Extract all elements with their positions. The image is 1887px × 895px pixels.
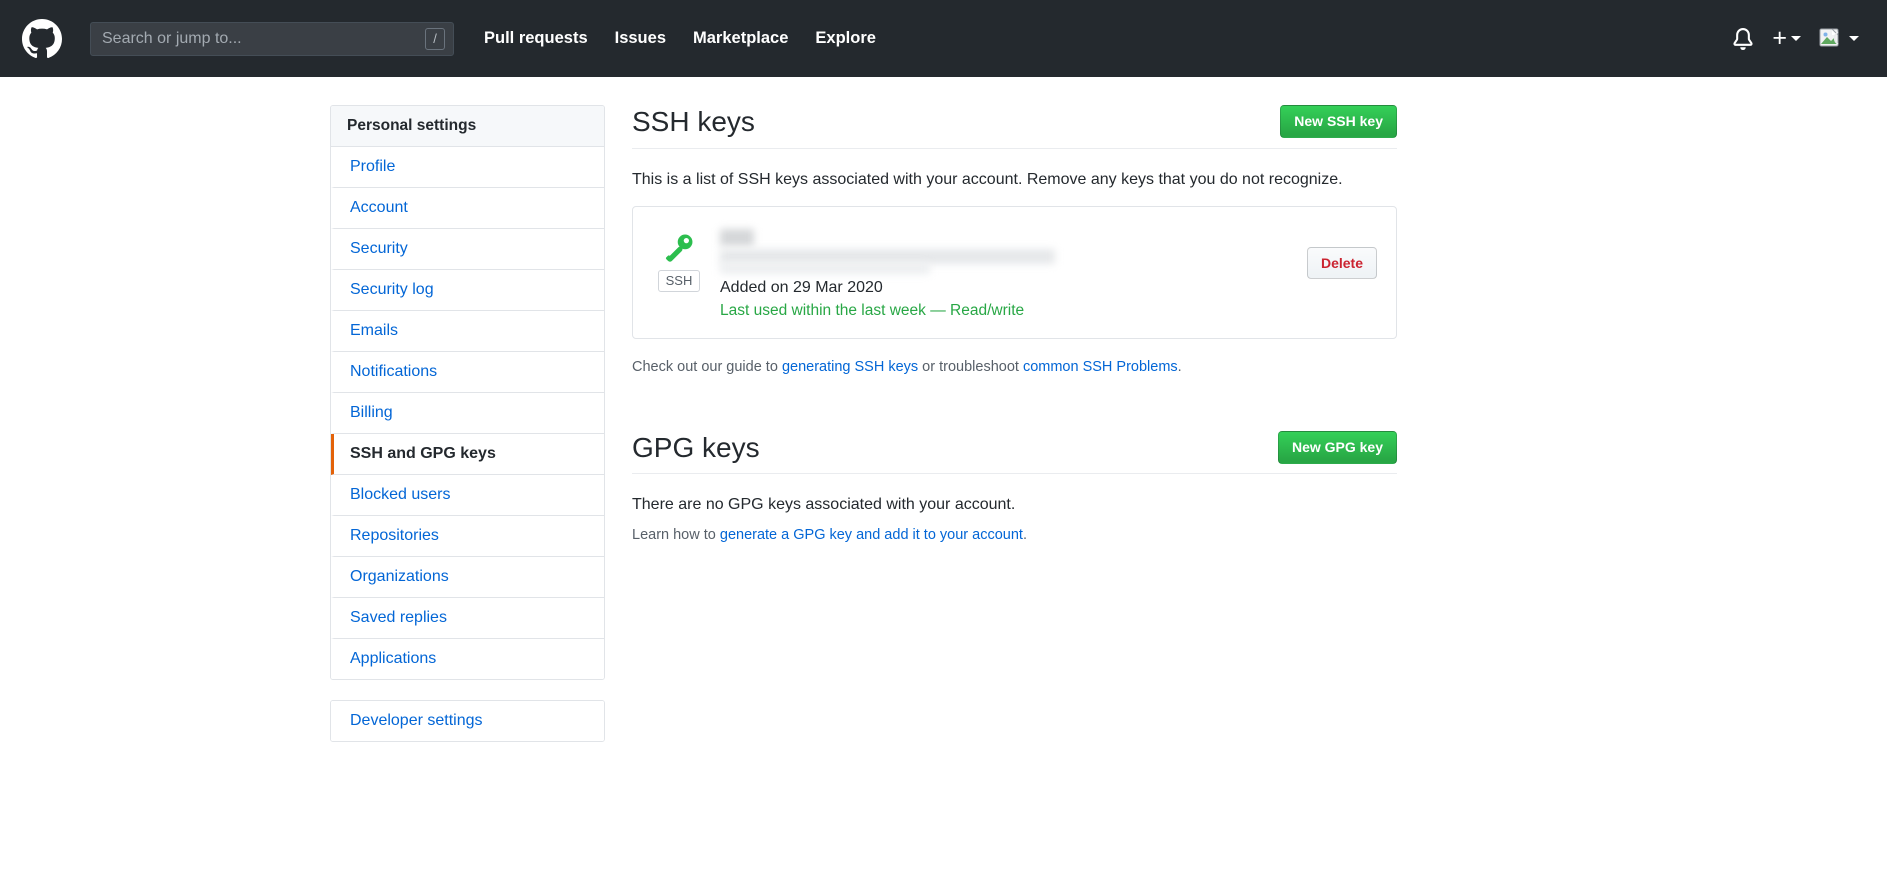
gpg-learn-text: Learn how to generate a GPG key and add … xyxy=(632,527,1397,543)
ssh-key-fingerprint-redacted xyxy=(720,248,1055,264)
sidebar-item-security[interactable]: Security xyxy=(331,229,604,270)
broken-image-avatar-icon xyxy=(1819,26,1845,52)
nav-issues[interactable]: Issues xyxy=(615,29,666,48)
ssh-guide-suffix: . xyxy=(1177,358,1182,375)
personal-settings-menu: Personal settings Profile Account Securi… xyxy=(330,105,605,680)
sidebar-item-ssh-and-gpg-keys[interactable]: SSH and GPG keys xyxy=(331,434,604,475)
ssh-keys-section: SSH keys New SSH key This is a list of S… xyxy=(632,105,1397,375)
sidebar-heading: Personal settings xyxy=(331,106,604,147)
ssh-key-name-redacted xyxy=(720,228,754,246)
search-shortcut-badge: / xyxy=(425,27,445,50)
page-title: SSH keys xyxy=(632,106,755,137)
sidebar-item-saved-replies[interactable]: Saved replies xyxy=(331,598,604,639)
ssh-keys-description: This is a list of SSH keys associated wi… xyxy=(632,170,1343,188)
developer-settings-menu: Developer settings xyxy=(330,700,605,742)
sidebar-item-developer-settings[interactable]: Developer settings xyxy=(331,701,604,741)
sidebar-item-applications[interactable]: Applications xyxy=(331,639,604,679)
global-header: Search or jump to... / Pull requests Iss… xyxy=(0,0,1887,77)
ssh-key-list-item: SSH Added on 29 Mar 2020 Last used withi… xyxy=(632,205,1397,339)
ssh-key-added-date: Added on 29 Mar 2020 xyxy=(720,278,883,296)
search-input[interactable]: Search or jump to... / xyxy=(90,21,454,56)
gpg-learn-suffix: . xyxy=(1022,527,1027,544)
nav-marketplace[interactable]: Marketplace xyxy=(693,29,788,48)
ssh-key-fingerprint-redacted-2 xyxy=(720,262,930,274)
gpg-learn-prefix: Learn how to xyxy=(632,527,720,544)
ssh-key-details: Added on 29 Mar 2020 Last used within th… xyxy=(706,225,1307,320)
sidebar-item-account[interactable]: Account xyxy=(331,188,604,229)
bell-icon[interactable] xyxy=(1732,27,1754,50)
sidebar-item-emails[interactable]: Emails xyxy=(331,311,604,352)
delete-ssh-key-button[interactable]: Delete xyxy=(1306,246,1377,280)
gpg-page-title: GPG keys xyxy=(632,431,760,463)
ssh-key-icon-column: SSH xyxy=(652,225,706,293)
chevron-down-icon xyxy=(1791,36,1801,41)
header-actions: + xyxy=(1732,26,1865,52)
ssh-guide-prefix: Check out our guide to xyxy=(632,358,782,375)
common-ssh-problems-link[interactable]: common SSH Problems xyxy=(1023,359,1178,375)
ssh-key-last-used: Last used within the last week — Read/wr… xyxy=(720,301,1025,319)
user-account-menu[interactable] xyxy=(1819,26,1859,52)
generating-ssh-keys-link[interactable]: generating SSH keys xyxy=(782,359,918,375)
new-ssh-key-button[interactable]: New SSH key xyxy=(1280,105,1397,139)
gpg-keys-header: GPG keys New GPG key xyxy=(632,430,1397,475)
nav-explore[interactable]: Explore xyxy=(815,29,876,48)
sidebar-item-billing[interactable]: Billing xyxy=(331,393,604,434)
page-body: Personal settings Profile Account Securi… xyxy=(0,77,1887,895)
nav-pull-requests[interactable]: Pull requests xyxy=(484,29,588,48)
gpg-empty-message: There are no GPG keys associated with yo… xyxy=(632,496,1016,514)
ssh-key-type-badge: SSH xyxy=(657,269,701,293)
gpg-keys-section: GPG keys New GPG key There are no GPG ke… xyxy=(632,430,1397,543)
sidebar-item-organizations[interactable]: Organizations xyxy=(331,557,604,598)
chevron-down-icon xyxy=(1849,36,1859,41)
primary-nav: Pull requests Issues Marketplace Explore xyxy=(484,29,876,48)
generate-gpg-key-link[interactable]: generate a GPG key and add it to your ac… xyxy=(720,527,1023,543)
ssh-guide-text: Check out our guide to generating SSH ke… xyxy=(632,359,1397,375)
ssh-keys-header: SSH keys New SSH key xyxy=(632,105,1397,149)
sidebar-item-security-log[interactable]: Security log xyxy=(331,270,604,311)
sidebar-item-profile[interactable]: Profile xyxy=(331,147,604,188)
github-mark-icon[interactable] xyxy=(22,18,62,59)
sidebar-item-blocked-users[interactable]: Blocked users xyxy=(331,475,604,516)
new-gpg-key-button[interactable]: New GPG key xyxy=(1277,430,1397,464)
key-icon xyxy=(662,231,696,265)
settings-content: SSH keys New SSH key This is a list of S… xyxy=(632,105,1397,895)
ssh-key-redacted-identity xyxy=(720,227,1307,277)
ssh-guide-middle: or troubleshoot xyxy=(918,358,1023,375)
settings-sidebar: Personal settings Profile Account Securi… xyxy=(330,105,605,895)
create-new-menu[interactable]: + xyxy=(1772,26,1801,51)
plus-icon: + xyxy=(1772,24,1787,52)
sidebar-item-repositories[interactable]: Repositories xyxy=(331,516,604,557)
search-placeholder: Search or jump to... xyxy=(102,29,242,47)
sidebar-item-notifications[interactable]: Notifications xyxy=(331,352,604,393)
